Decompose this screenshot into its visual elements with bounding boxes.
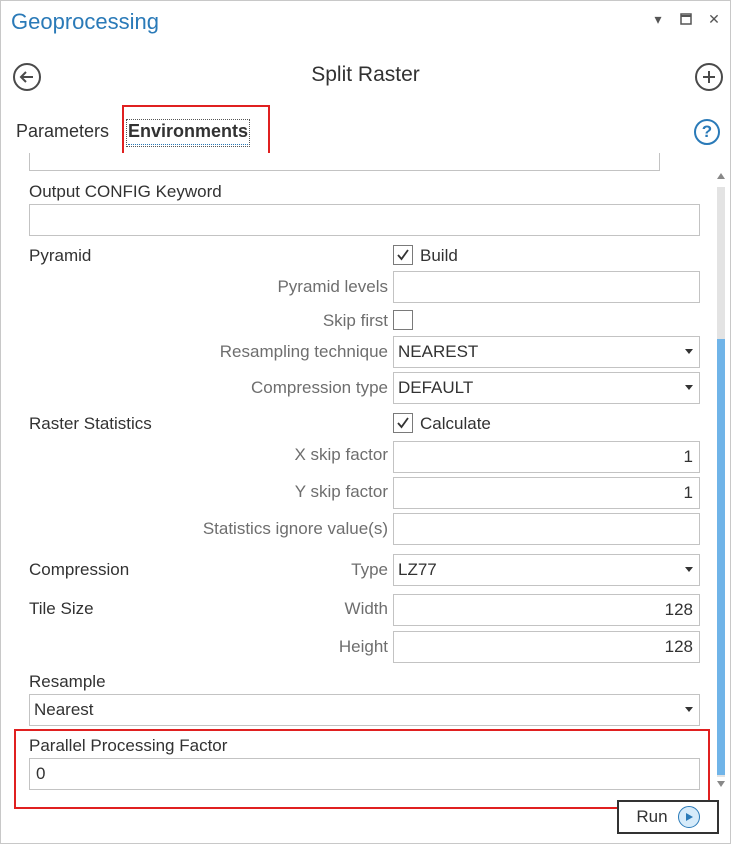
tile-size-label: Tile Size: [29, 599, 94, 618]
geoprocessing-pane: Geoprocessing ▾ ✕ Split Raster Parameter…: [0, 0, 731, 844]
parallel-processing-factor-label: Parallel Processing Factor: [29, 736, 228, 755]
y-skip-factor-label: Y skip factor: [294, 482, 388, 501]
skip-first-label: Skip first: [322, 311, 388, 330]
environments-content: Output CONFIG Keyword Pyramid Build Pyra…: [1, 153, 713, 793]
scrollbar[interactable]: [714, 163, 728, 793]
resampling-technique-select[interactable]: NEAREST: [393, 336, 700, 368]
tool-title: Split Raster: [311, 63, 420, 86]
tab-parameters[interactable]: Parameters: [16, 121, 109, 142]
add-icon[interactable]: [695, 63, 723, 91]
pin-icon[interactable]: ▾: [650, 11, 666, 27]
raster-statistics-label: Raster Statistics: [29, 414, 152, 433]
compression-value: LZ77: [398, 560, 437, 579]
dropdown-caret-icon: [685, 385, 693, 390]
resample-select[interactable]: Nearest: [29, 694, 700, 726]
partial-field-top[interactable]: [29, 153, 660, 171]
tile-height-label: Height: [338, 637, 388, 656]
compression-select[interactable]: LZ77: [393, 554, 700, 586]
resampling-technique-label: Resampling technique: [219, 342, 388, 361]
play-icon: [677, 806, 700, 828]
resample-label: Resample: [29, 672, 106, 691]
x-skip-factor-label: X skip factor: [294, 445, 388, 464]
parallel-processing-factor-input[interactable]: 0: [29, 758, 700, 790]
output-config-keyword-label: Output CONFIG Keyword: [29, 182, 222, 201]
resampling-technique-value: NEAREST: [398, 342, 479, 361]
compression-type-value: DEFAULT: [398, 378, 474, 397]
checkmark-icon: [397, 249, 409, 261]
pyramid-build-checkbox[interactable]: [393, 245, 413, 265]
compression-type-label: Compression type: [250, 378, 388, 397]
calculate-label: Calculate: [420, 414, 491, 433]
dropdown-caret-icon: [685, 567, 693, 572]
scroll-down-icon[interactable]: [717, 781, 725, 787]
run-label: Run: [636, 807, 668, 826]
scroll-thumb[interactable]: [717, 339, 725, 775]
pyramid-build-label: Build: [420, 246, 458, 265]
output-config-keyword-input[interactable]: [29, 204, 700, 236]
dropdown-caret-icon: [685, 349, 693, 354]
tab-environments[interactable]: Environments: [125, 119, 251, 147]
tile-width-label: Width: [344, 599, 388, 618]
x-skip-factor-input[interactable]: 1: [393, 441, 700, 473]
dropdown-caret-icon: [685, 707, 693, 712]
pyramid-label: Pyramid: [29, 246, 92, 265]
skip-first-checkbox[interactable]: [393, 310, 413, 330]
window-controls: ▾ ✕: [650, 11, 722, 27]
close-icon[interactable]: ✕: [706, 11, 722, 27]
pyramid-levels-label: Pyramid levels: [277, 277, 388, 296]
compression-type-sublabel: Type: [351, 560, 388, 579]
statistics-ignore-values-label: Statistics ignore value(s): [202, 519, 388, 538]
compression-label: Compression: [29, 560, 130, 579]
calculate-statistics-checkbox[interactable]: [393, 413, 413, 433]
tile-width-input[interactable]: 128: [393, 594, 700, 626]
resample-value: Nearest: [34, 700, 94, 719]
pane-title: Geoprocessing: [11, 9, 159, 34]
help-icon[interactable]: ?: [694, 119, 720, 145]
scroll-up-icon[interactable]: [717, 173, 725, 179]
maximize-icon[interactable]: [678, 11, 694, 27]
pyramid-levels-input[interactable]: [393, 271, 700, 303]
tile-height-input[interactable]: 128: [393, 631, 700, 663]
statistics-ignore-values-input[interactable]: [393, 513, 700, 545]
checkmark-icon: [397, 417, 409, 429]
y-skip-factor-input[interactable]: 1: [393, 477, 700, 509]
compression-type-select[interactable]: DEFAULT: [393, 372, 700, 404]
run-button[interactable]: Run: [617, 800, 719, 834]
